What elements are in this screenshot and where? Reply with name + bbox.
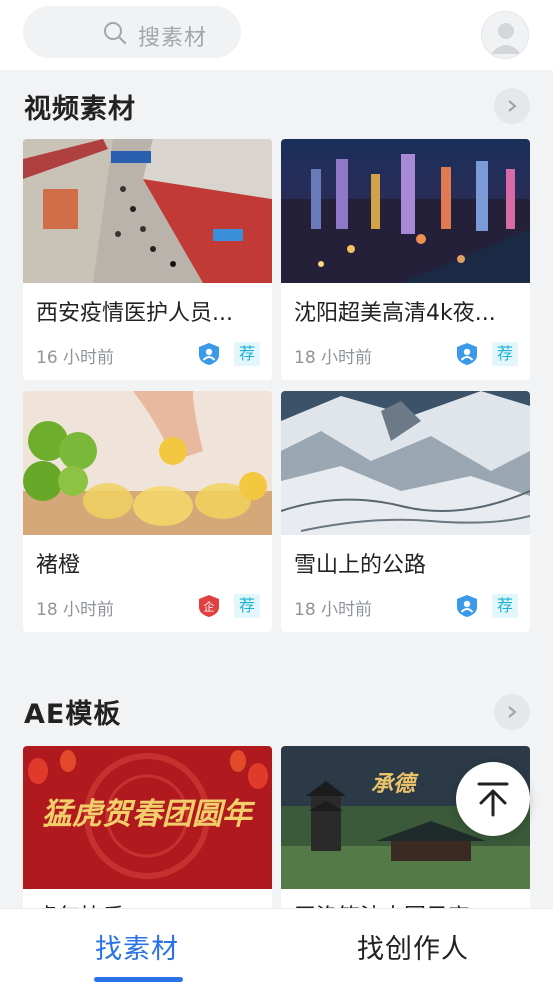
video-thumbnail <box>23 391 272 535</box>
chevron-right-icon <box>508 100 517 112</box>
verified-person-icon <box>198 342 220 366</box>
recommend-badge: 荐 <box>492 594 518 618</box>
video-title: 沈阳超美高清4k夜... <box>294 301 496 326</box>
section-title-video: 视频素材 <box>24 94 136 125</box>
video-title: 西安疫情医护人员... <box>36 301 233 326</box>
svg-text:承德: 承德 <box>371 771 419 797</box>
video-card[interactable]: 西安疫情医护人员... 16 小时前 荐 <box>23 139 272 380</box>
video-time: 16 小时前 <box>36 348 115 368</box>
video-title: 雪山上的公路 <box>294 553 427 578</box>
template-thumbnail-title: 猛虎贺春团圆年 <box>42 797 256 832</box>
video-title: 褚橙 <box>36 553 81 578</box>
enterprise-badge-label: 企 <box>204 600 215 614</box>
video-time: 18 小时前 <box>36 600 115 620</box>
recommend-badge: 荐 <box>492 342 518 366</box>
template-thumbnail: 猛虎贺春团圆年 <box>23 746 272 889</box>
section-title-ae: AE模板 <box>24 699 122 730</box>
video-time: 18 小时前 <box>294 600 373 620</box>
tab-find-creator[interactable]: 找创作人 <box>357 927 469 966</box>
search-bar[interactable]: 搜素材 <box>23 6 241 58</box>
tab-find-material[interactable]: 找素材 <box>95 927 179 966</box>
section-more-button-ae[interactable] <box>494 694 530 730</box>
video-card[interactable]: 沈阳超美高清4k夜... 18 小时前 荐 <box>281 139 530 380</box>
video-thumbnail <box>281 139 530 283</box>
verified-person-icon <box>456 594 478 618</box>
top-bar: 搜素材 <box>0 0 553 70</box>
template-card[interactable]: 猛虎贺春团圆年 虎年快乐 <box>23 746 272 910</box>
back-to-top-button[interactable] <box>456 762 530 836</box>
video-card[interactable]: 雪山上的公路 18 小时前 荐 <box>281 391 530 632</box>
search-icon <box>104 22 127 45</box>
recommend-badge: 荐 <box>234 594 260 618</box>
verified-person-icon <box>456 342 478 366</box>
search-placeholder: 搜素材 <box>138 26 208 51</box>
section-more-button-video[interactable] <box>494 88 530 124</box>
user-avatar-icon[interactable] <box>481 11 529 59</box>
video-thumbnail <box>23 139 272 283</box>
bottom-tab-bar: 找素材 找创作人 <box>0 908 553 983</box>
recommend-badge: 荐 <box>234 342 260 366</box>
arrow-up-icon <box>477 782 509 817</box>
chevron-right-icon <box>508 706 517 718</box>
enterprise-badge-icon: 企 <box>198 594 220 618</box>
video-thumbnail <box>281 391 530 535</box>
video-time: 18 小时前 <box>294 348 373 368</box>
active-tab-indicator <box>94 977 183 982</box>
video-card[interactable]: 褚橙 18 小时前 企 荐 <box>23 391 272 632</box>
